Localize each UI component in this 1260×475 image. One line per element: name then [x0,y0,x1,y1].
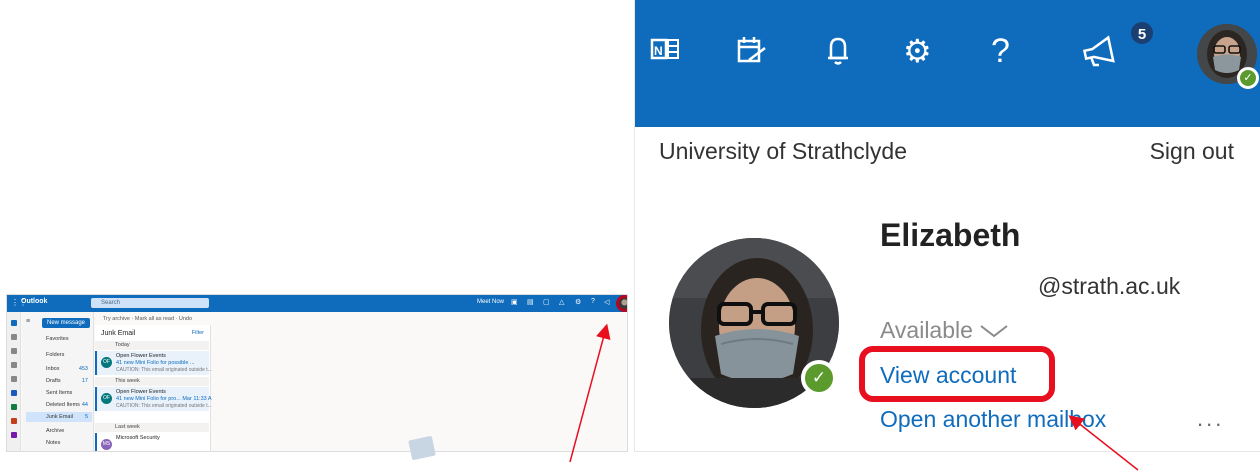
mini-folder-archive[interactable]: Archive [26,426,92,436]
mini-settings-icon[interactable]: ⚙ [575,298,581,306]
onenote-icon-svg: N [650,38,679,60]
mini-menu-icon[interactable]: ≡ [26,318,30,325]
list-item[interactable]: MS Microsoft Security [95,433,209,451]
folder-count: 17 [81,378,88,384]
mini-word-icon[interactable] [10,390,17,396]
bell-icon-svg [828,37,848,65]
folder-label: Favorites [46,336,69,342]
mini-calendar-rail-icon[interactable] [10,334,17,340]
mini-todo-icon[interactable] [10,376,17,382]
notification-count-badge: 5 [1129,20,1155,46]
help-icon[interactable]: ? [991,34,1010,68]
mini-onenote-icon[interactable]: ▣ [511,298,518,306]
mini-mail-icon[interactable] [10,320,17,326]
account-panel-zoom: N ⚙ ? 5 ✓ University of Strathclyde Sign… [634,0,1260,452]
outlook-thumbnail: ⋮⋮ Outlook Search Meet Now ▣ ▤ ▢ △ ⚙ ? ◁… [6,294,628,452]
mini-brand: Outlook [21,298,48,305]
mini-folder-drafts[interactable]: Drafts 17 [26,376,92,386]
mini-excel-icon[interactable] [10,404,17,410]
open-another-mailbox-link[interactable]: Open another mailbox [880,406,1106,433]
mini-folder-favorites[interactable]: Favorites [26,334,92,344]
folder-label: Archive [46,428,65,434]
mini-bell-icon[interactable]: △ [559,298,564,306]
onenote-icon[interactable]: N [649,34,681,74]
list-item[interactable]: OF Open Flower Events 41 new Mini Folio … [95,387,216,411]
bell-icon[interactable] [823,34,853,76]
mini-header-bar: ⋮⋮ Outlook Search Meet Now ▣ ▤ ▢ △ ⚙ ? ◁ [7,295,627,312]
mini-folder-pane: ≡ New message Favorites Folders Inbox 453… [22,312,94,451]
header-bar: N ⚙ ? 5 ✓ [635,0,1260,127]
mini-folder-deleted[interactable]: Deleted Items 44 [26,400,92,410]
mini-help-icon[interactable]: ? [591,298,595,305]
view-account-highlight [859,346,1055,402]
presence-selector[interactable]: Available [880,317,1009,344]
folder-label: Drafts [46,378,61,384]
feedback-icon[interactable] [1081,34,1121,76]
list-item[interactable]: OF Open Flower Events 41 new Mini Folio … [95,351,212,375]
mini-group-last-week: Last week [95,423,209,432]
folder-label: Junk Email [46,414,73,420]
svg-text:N: N [654,44,663,58]
item-sender: Microsoft Security [116,435,160,441]
chevron-svg [980,325,1008,338]
mini-reading-pane [212,325,627,451]
mini-command-bar[interactable]: Try archive · Mark all as read · Undo [95,313,627,325]
envelope-illustration-icon [408,435,436,461]
mini-folder-folders[interactable]: Folders [26,350,92,360]
sender-avatar: OF [101,357,112,368]
folder-count: 453 [78,366,88,372]
item-sender: Open Flower Events [116,353,166,359]
my-day-icon-svg [737,37,766,63]
mini-powerpoint-icon[interactable] [10,418,17,424]
mini-group-today: Today [95,341,209,350]
item-subject: 41 new Mini Folio for pro... Mar 11:33 A… [116,396,217,402]
item-preview: CAUTION: This email originated outside t… [116,403,212,409]
mini-meet-now[interactable]: Meet Now [477,299,504,305]
presence-label: Available [880,317,973,343]
mini-folder-inbox[interactable]: Inbox 453 [26,364,92,374]
mini-folder-junk[interactable]: Junk Email 5 [26,412,92,422]
folder-label: Notes [46,440,61,446]
mini-calendar-icon[interactable]: ▤ [527,298,534,306]
folder-label: Deleted Items [46,402,80,408]
more-options-button[interactable]: ... [1197,406,1224,432]
mini-app-rail [7,312,21,451]
folder-label: Inbox [46,366,60,372]
mini-list-title: Junk Email [101,330,136,337]
folder-count: 44 [81,402,88,408]
folder-count: 5 [84,414,88,420]
chevron-down-icon [979,317,1009,344]
mini-people-icon[interactable] [10,348,17,354]
mini-attach-icon[interactable] [10,362,17,368]
mini-folder-sent[interactable]: Sent Items [26,388,92,398]
folder-label: Sent Items [46,390,73,396]
item-preview: CAUTION: This email originated outside t… [116,367,212,373]
folder-label: Folders [46,352,65,358]
mini-avatar-button[interactable] [617,296,627,311]
sender-avatar: MS [101,439,112,450]
presence-status-icon: ✓ [1237,67,1259,89]
settings-icon[interactable]: ⚙ [903,34,932,68]
item-sender: Open Flower Events [116,389,166,395]
mini-megaphone-icon[interactable]: ◁ [604,298,609,306]
mini-onenote-rail-icon[interactable] [10,432,17,438]
sign-out-link[interactable]: Sign out [1150,138,1234,165]
mini-search-input[interactable]: Search [91,298,209,308]
sender-avatar: OF [101,393,112,404]
item-subject: 41 new Mini Folio for possible ... [116,360,195,366]
email-address: @strath.ac.uk [1038,273,1181,299]
mini-folder-notes[interactable]: Notes [26,438,92,448]
organization-name: University of Strathclyde [659,138,907,164]
feedback-icon-svg [1082,35,1115,67]
presence-available-icon: ✓ [801,360,837,396]
my-day-icon[interactable] [735,34,769,76]
mini-new-message-button[interactable]: New message [42,318,90,328]
mini-feedback-icon[interactable]: ▢ [543,298,550,306]
mini-message-list: Junk Email Filter Today OF Open Flower E… [95,325,216,451]
mini-group-this-week: This week [95,377,209,386]
display-name: Elizabeth [880,217,1021,253]
mini-filter-button[interactable]: Filter [192,330,204,336]
